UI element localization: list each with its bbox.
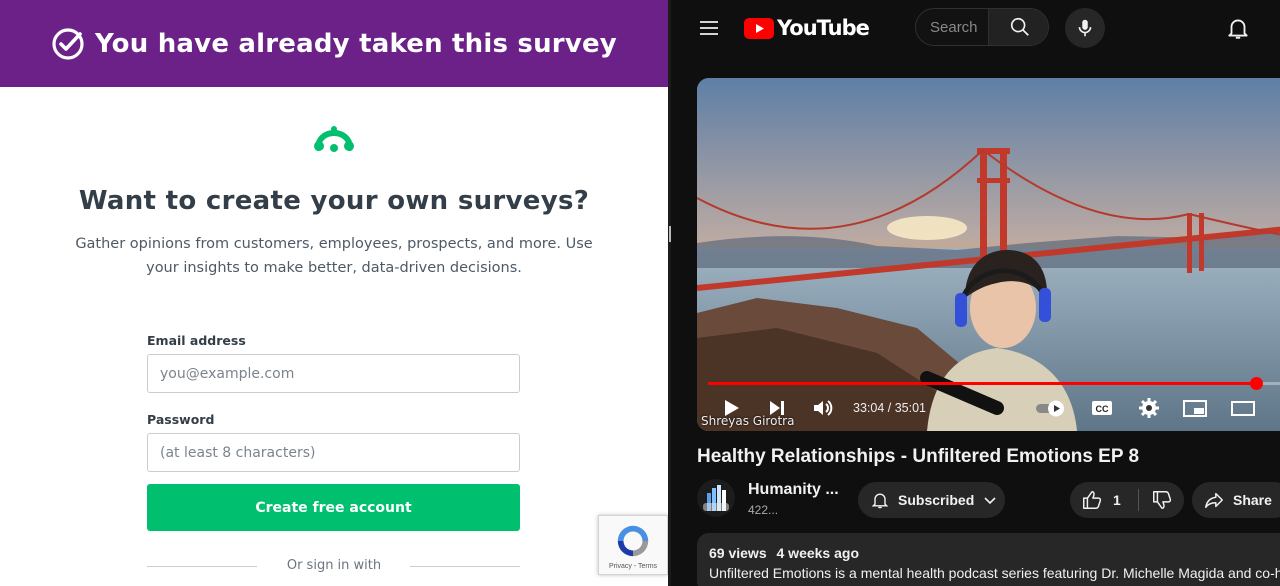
email-label: Email address <box>147 333 246 348</box>
signin-text: Or sign in with <box>286 558 382 573</box>
banner-title: You have already taken this survey <box>95 28 617 59</box>
progress-bar[interactable] <box>708 377 1280 390</box>
thumbs-up-icon <box>1083 491 1102 509</box>
theater-icon[interactable] <box>1230 396 1256 420</box>
recaptcha-badge[interactable]: Privacy - Terms <box>598 515 668 575</box>
recaptcha-footer: Privacy - Terms <box>608 563 658 570</box>
survey-banner: You have already taken this survey <box>0 0 668 87</box>
share-button[interactable]: Share <box>1192 482 1280 518</box>
video-player[interactable]: 33:04 / 35:01 CC Shreyas Girotra <box>697 78 1280 431</box>
thumbs-down-icon <box>1153 491 1172 509</box>
description-meta: 69 views 4 weeks ago <box>709 545 1280 561</box>
divider-left <box>147 566 257 567</box>
password-field[interactable] <box>147 433 520 472</box>
video-frame <box>697 78 1280 431</box>
search-button[interactable] <box>988 9 1048 45</box>
search-box <box>915 8 1049 46</box>
voice-search-button[interactable] <box>1065 8 1105 48</box>
youtube-logo[interactable]: YouTube <box>744 16 870 40</box>
description-box[interactable]: 69 views 4 weeks ago Unfiltered Emotions… <box>697 533 1280 586</box>
subscribed-label: Subscribed <box>898 492 975 508</box>
share-icon <box>1205 492 1223 509</box>
divider-right <box>410 566 520 567</box>
survey-pane: You have already taken this survey Want … <box>0 0 668 586</box>
search-input[interactable] <box>916 9 988 45</box>
youtube-logo-text: YouTube <box>777 16 870 40</box>
autoplay-toggle-icon[interactable] <box>1034 396 1068 420</box>
channel-avatar-icon <box>703 485 729 511</box>
volume-icon[interactable] <box>811 396 835 420</box>
captions-icon[interactable]: CC <box>1090 396 1114 420</box>
youtube-pane: YouTube Search 33:04 / 35:01 CC Shreyas … <box>671 0 1280 586</box>
like-button[interactable]: 1 <box>1070 482 1137 518</box>
check-circle-icon <box>52 27 84 60</box>
avatar[interactable] <box>697 479 735 517</box>
subscribed-button[interactable]: Subscribed <box>858 482 1005 518</box>
video-title: Healthy Relationships - Unfiltered Emoti… <box>697 446 1140 467</box>
settings-icon[interactable] <box>1137 396 1161 420</box>
dislike-button[interactable] <box>1140 482 1184 518</box>
miniplayer-icon[interactable] <box>1182 396 1208 420</box>
menu-icon[interactable] <box>697 16 721 40</box>
svg-text:CC: CC <box>1096 404 1109 414</box>
description-text: Unfiltered Emotions is a mental health p… <box>709 565 1280 581</box>
cta-subtitle: Gather opinions from customers, employee… <box>75 236 593 276</box>
upload-age: 4 weeks ago <box>776 545 860 561</box>
chevron-down-icon <box>984 497 996 505</box>
bell-outline-icon <box>871 493 889 509</box>
search-icon <box>1010 17 1029 36</box>
bell-icon[interactable] <box>1225 15 1251 41</box>
channel-name[interactable]: Humanity ... <box>748 481 839 499</box>
password-label: Password <box>147 412 215 427</box>
like-separator <box>1138 489 1139 511</box>
share-label: Share <box>1233 492 1272 508</box>
progress-scrubber[interactable] <box>1249 377 1263 390</box>
email-field[interactable] <box>147 354 520 393</box>
youtube-play-logo-icon <box>744 17 774 39</box>
surveymonkey-logo-icon <box>314 126 354 152</box>
cta-title: Want to create your own surveys? <box>78 186 590 216</box>
progress-fill <box>708 382 1256 385</box>
mic-icon <box>1078 19 1092 37</box>
create-account-button[interactable]: Create free account <box>147 484 520 531</box>
subscriber-count: 422... <box>748 503 779 517</box>
view-count: 69 views <box>709 545 767 561</box>
time-display: 33:04 / 35:01 <box>853 401 926 415</box>
like-dislike-group: 1 <box>1070 482 1184 518</box>
video-watermark: Shreyas Girotra <box>701 414 795 428</box>
like-count: 1 <box>1113 492 1121 508</box>
recaptcha-icon <box>617 525 649 557</box>
